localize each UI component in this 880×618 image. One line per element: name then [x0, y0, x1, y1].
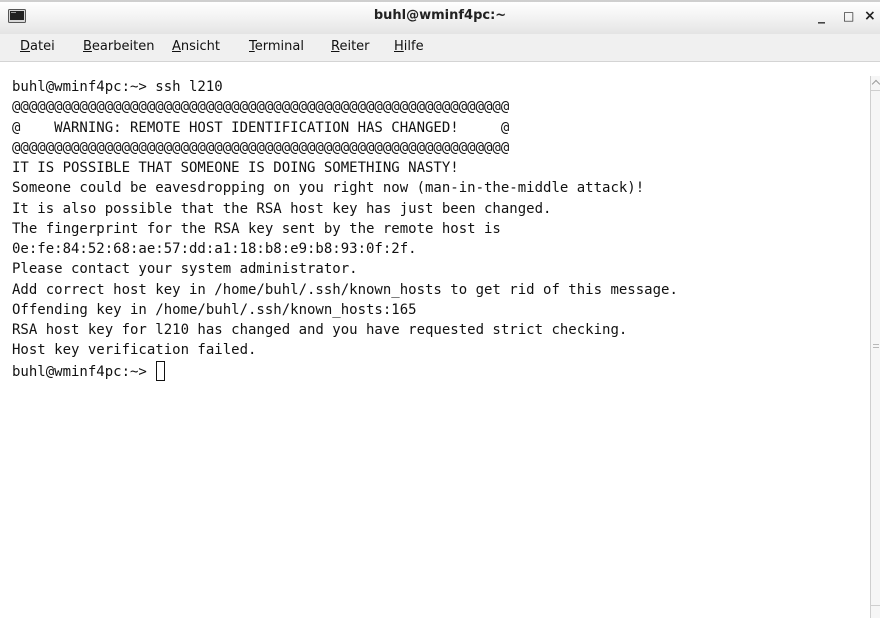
scroll-up-icon[interactable]	[871, 76, 880, 91]
menu-hilfe[interactable]: Hilfe	[394, 39, 424, 54]
output-line: IT IS POSSIBLE THAT SOMEONE IS DOING SOM…	[12, 160, 459, 176]
output-line: It is also possible that the RSA host ke…	[12, 200, 552, 217]
output-line: Someone could be eavesdropping on you ri…	[12, 180, 645, 197]
menu-bearbeiten[interactable]: Bearbeiten	[83, 39, 154, 54]
close-button[interactable]: ×	[864, 8, 876, 24]
output-line: @@@@@@@@@@@@@@@@@@@@@@@@@@@@@@@@@@@@@@@@…	[12, 99, 510, 116]
scroll-grip-icon[interactable]	[873, 344, 879, 345]
window-title: buhl@wminf4pc:~	[373, 8, 507, 23]
menu-datei[interactable]: Datei	[20, 39, 55, 54]
output-line: Host key verification failed.	[12, 342, 257, 359]
menu-reiter[interactable]: Reiter	[331, 39, 370, 54]
terminal-window: buhl@wminf4pc:~ _ □ × Datei Bearbeiten A…	[0, 0, 880, 618]
output-line: @@@@@@@@@@@@@@@@@@@@@@@@@@@@@@@@@@@@@@@@…	[12, 139, 510, 156]
output-line: Offending key in /home/buhl/.ssh/known_h…	[12, 301, 417, 318]
terminal-output[interactable]: buhl@wminf4pc:~> ssh l210 @@@@@@@@@@@@@@…	[0, 62, 870, 618]
output-line: 0e:fe:84:52:68:ae:57:dd:a1:18:b8:e9:b8:9…	[12, 241, 417, 257]
menu-terminal[interactable]: Terminal	[249, 39, 304, 54]
output-line: Add correct host key in /home/buhl/.ssh/…	[12, 281, 678, 298]
maximize-button[interactable]: □	[843, 8, 854, 24]
shell-prompt: buhl@wminf4pc:~>	[12, 363, 147, 380]
output-line: buhl@wminf4pc:~> ssh l210	[12, 79, 223, 95]
scroll-down-icon[interactable]	[871, 605, 880, 618]
output-line: @ WARNING: REMOTE HOST IDENTIFICATION HA…	[12, 119, 510, 136]
output-line: The fingerprint for the RSA key sent by …	[12, 220, 501, 237]
vertical-scrollbar[interactable]	[870, 76, 880, 618]
output-line: Please contact your system administrator…	[12, 261, 358, 278]
menu-bar: Datei Bearbeiten Ansicht Terminal Reiter…	[0, 34, 880, 62]
menu-ansicht[interactable]: Ansicht	[172, 39, 220, 54]
title-bar[interactable]: buhl@wminf4pc:~ _ □ ×	[0, 0, 880, 34]
text-cursor	[155, 360, 165, 381]
prompt-line[interactable]: buhl@wminf4pc:~>	[12, 360, 678, 381]
minimize-button[interactable]: _	[818, 8, 825, 24]
output-line: RSA host key for l210 has changed and yo…	[12, 322, 628, 338]
